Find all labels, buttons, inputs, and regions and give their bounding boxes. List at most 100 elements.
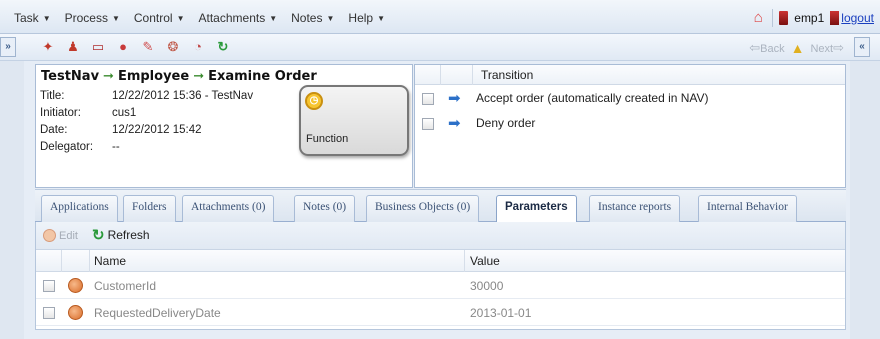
warning-icon: ▲ xyxy=(790,40,805,56)
breadcrumb-item: Examine Order xyxy=(208,69,317,84)
info-label: Title: xyxy=(40,90,65,102)
toolbar-icons: ✦ ♟ ▭ ● ✎ ❂ ◔ ↻ xyxy=(40,39,231,55)
nav-buttons: ⇦Back ▲ Next⇨ xyxy=(749,40,844,56)
grid-header: Name Value xyxy=(36,250,845,272)
chevron-down-icon: ▼ xyxy=(42,14,51,23)
right-strip xyxy=(850,61,880,339)
parameter-name: RequestedDeliveryDate xyxy=(94,306,221,320)
header-cell xyxy=(441,65,473,85)
breadcrumb-item: Employee xyxy=(117,69,190,84)
info-value: 12/22/2012 15:36 - TestNav xyxy=(112,90,254,102)
menu-help[interactable]: Help ▼ xyxy=(348,11,385,25)
transition-label: Deny order xyxy=(476,116,536,130)
logout-link[interactable]: logout xyxy=(841,11,874,25)
menu-control-label: Control xyxy=(133,11,173,25)
refresh-icon: ↻ xyxy=(92,226,105,244)
header-cell xyxy=(415,65,441,85)
fire-icon[interactable]: ✦ xyxy=(40,39,56,55)
menu-process-label: Process xyxy=(64,11,108,25)
chevron-down-icon: ▼ xyxy=(176,14,185,23)
arrow-right-icon: ➞ xyxy=(103,69,114,84)
parameter-value: 30000 xyxy=(470,279,504,293)
transition-row[interactable]: ➡ Accept order (automatically created in… xyxy=(415,87,845,111)
delegate-icon[interactable]: ❂ xyxy=(165,39,181,55)
row-checkbox[interactable] xyxy=(43,280,55,292)
row-checkbox[interactable] xyxy=(422,93,434,105)
back-button[interactable]: ⇦Back xyxy=(749,40,784,56)
function-node[interactable]: ◷ Function xyxy=(299,85,409,156)
menu-process[interactable]: Process ▼ xyxy=(65,11,120,25)
tab-strip: Applications Folders Attachments (0) Not… xyxy=(35,189,846,223)
menu-help-label: Help xyxy=(348,11,374,25)
value-column-header[interactable]: Value xyxy=(470,254,500,268)
parameters-panel: Edit ↻ Refresh Name Value CustomerId 3000… xyxy=(35,222,846,330)
tab-attachments[interactable]: Attachments (0) xyxy=(182,195,275,223)
left-strip xyxy=(0,61,24,339)
edit-button[interactable]: Edit xyxy=(43,229,78,242)
arrow-right-icon: ➡ xyxy=(448,115,461,132)
transition-panel: Transition ➡ Accept order (automatically… xyxy=(414,64,846,188)
transition-header: Transition xyxy=(415,65,845,85)
info-label: Date: xyxy=(40,124,68,136)
parameter-icon xyxy=(68,278,83,293)
expand-right-button[interactable]: « xyxy=(854,37,870,57)
info-value: -- xyxy=(112,141,120,153)
info-rows: Title: 12/22/2012 15:36 - TestNav Initiat… xyxy=(40,88,253,156)
info-row-title: Title: 12/22/2012 15:36 - TestNav xyxy=(40,88,253,105)
chevron-down-icon: ▼ xyxy=(269,14,278,23)
info-row-date: Date: 12/22/2012 15:42 xyxy=(40,122,253,139)
tab-notes[interactable]: Notes (0) xyxy=(294,195,356,223)
refresh-button[interactable]: ↻ Refresh xyxy=(92,226,150,244)
header-cell xyxy=(36,250,62,272)
main-menu: Task ▼ Process ▼ Control ▼ Attachments ▼ Not… xyxy=(14,11,385,25)
row-checkbox[interactable] xyxy=(43,307,55,319)
function-label: Function xyxy=(306,133,349,145)
info-row-delegator: Delegator: -- xyxy=(40,139,253,156)
info-label: Initiator: xyxy=(40,107,81,119)
menu-notes[interactable]: Notes ▼ xyxy=(291,11,334,25)
expand-left-button[interactable]: » xyxy=(0,37,16,57)
tab-instance-reports[interactable]: Instance reports xyxy=(589,195,681,223)
home-icon[interactable]: ⌂ xyxy=(750,10,766,26)
arrow-right-icon: ➞ xyxy=(193,69,205,84)
table-row[interactable]: RequestedDeliveryDate 2013-01-01 xyxy=(36,300,845,326)
tab-applications[interactable]: Applications xyxy=(41,195,118,223)
info-row-initiator: Initiator: cus1 xyxy=(40,105,253,122)
parameter-name: CustomerId xyxy=(94,279,157,293)
next-arrow-icon: ⇨ xyxy=(833,40,844,55)
menu-attachments[interactable]: Attachments ▼ xyxy=(199,11,278,25)
pen-icon[interactable]: ✎ xyxy=(140,39,156,55)
task-info-panel: TestNav ➞ Employee ➞ Examine Order Title: 12/… xyxy=(35,64,413,188)
next-button-label: Next xyxy=(810,43,834,55)
tab-parameters[interactable]: Parameters xyxy=(496,195,577,223)
tab-folders[interactable]: Folders xyxy=(123,195,176,223)
transition-column-title: Transition xyxy=(481,68,534,82)
menu-task-label: Task xyxy=(14,11,39,25)
row-checkbox[interactable] xyxy=(422,118,434,130)
info-value: 12/22/2012 15:42 xyxy=(112,124,202,136)
name-column-header[interactable]: Name xyxy=(94,254,126,268)
chevron-down-icon: ▼ xyxy=(326,14,335,23)
clock-icon: ◷ xyxy=(305,92,323,110)
tab-internal-behavior[interactable]: Internal Behavior xyxy=(698,195,797,223)
book-icon[interactable]: ▭ xyxy=(90,39,106,55)
tab-business-objects[interactable]: Business Objects (0) xyxy=(366,195,480,223)
next-button[interactable]: Next⇨ xyxy=(810,40,844,56)
toolbar: » ✦ ♟ ▭ ● ✎ ❂ ◔ ↻ ⇦Back ▲ Next⇨ « xyxy=(0,34,880,61)
arrow-right-icon: ➡ xyxy=(448,90,461,107)
chevron-down-icon: ▼ xyxy=(111,14,120,23)
refresh-icon[interactable]: ↻ xyxy=(215,39,231,55)
menu-control[interactable]: Control ▼ xyxy=(134,11,185,25)
info-label: Delegator: xyxy=(40,141,94,153)
transition-row[interactable]: ➡ Deny order xyxy=(415,112,845,136)
table-row[interactable]: CustomerId 30000 xyxy=(36,273,845,299)
clock-icon[interactable]: ◔ xyxy=(190,39,206,55)
parameter-value: 2013-01-01 xyxy=(470,306,532,320)
chevron-down-icon: ▼ xyxy=(377,14,386,23)
person-icon[interactable]: ♟ xyxy=(65,39,81,55)
menu-notes-label: Notes xyxy=(291,11,323,25)
menu-task[interactable]: Task ▼ xyxy=(14,11,51,25)
header-cell xyxy=(62,250,90,272)
user-name: emp1 xyxy=(794,11,825,25)
record-icon[interactable]: ● xyxy=(115,39,131,55)
